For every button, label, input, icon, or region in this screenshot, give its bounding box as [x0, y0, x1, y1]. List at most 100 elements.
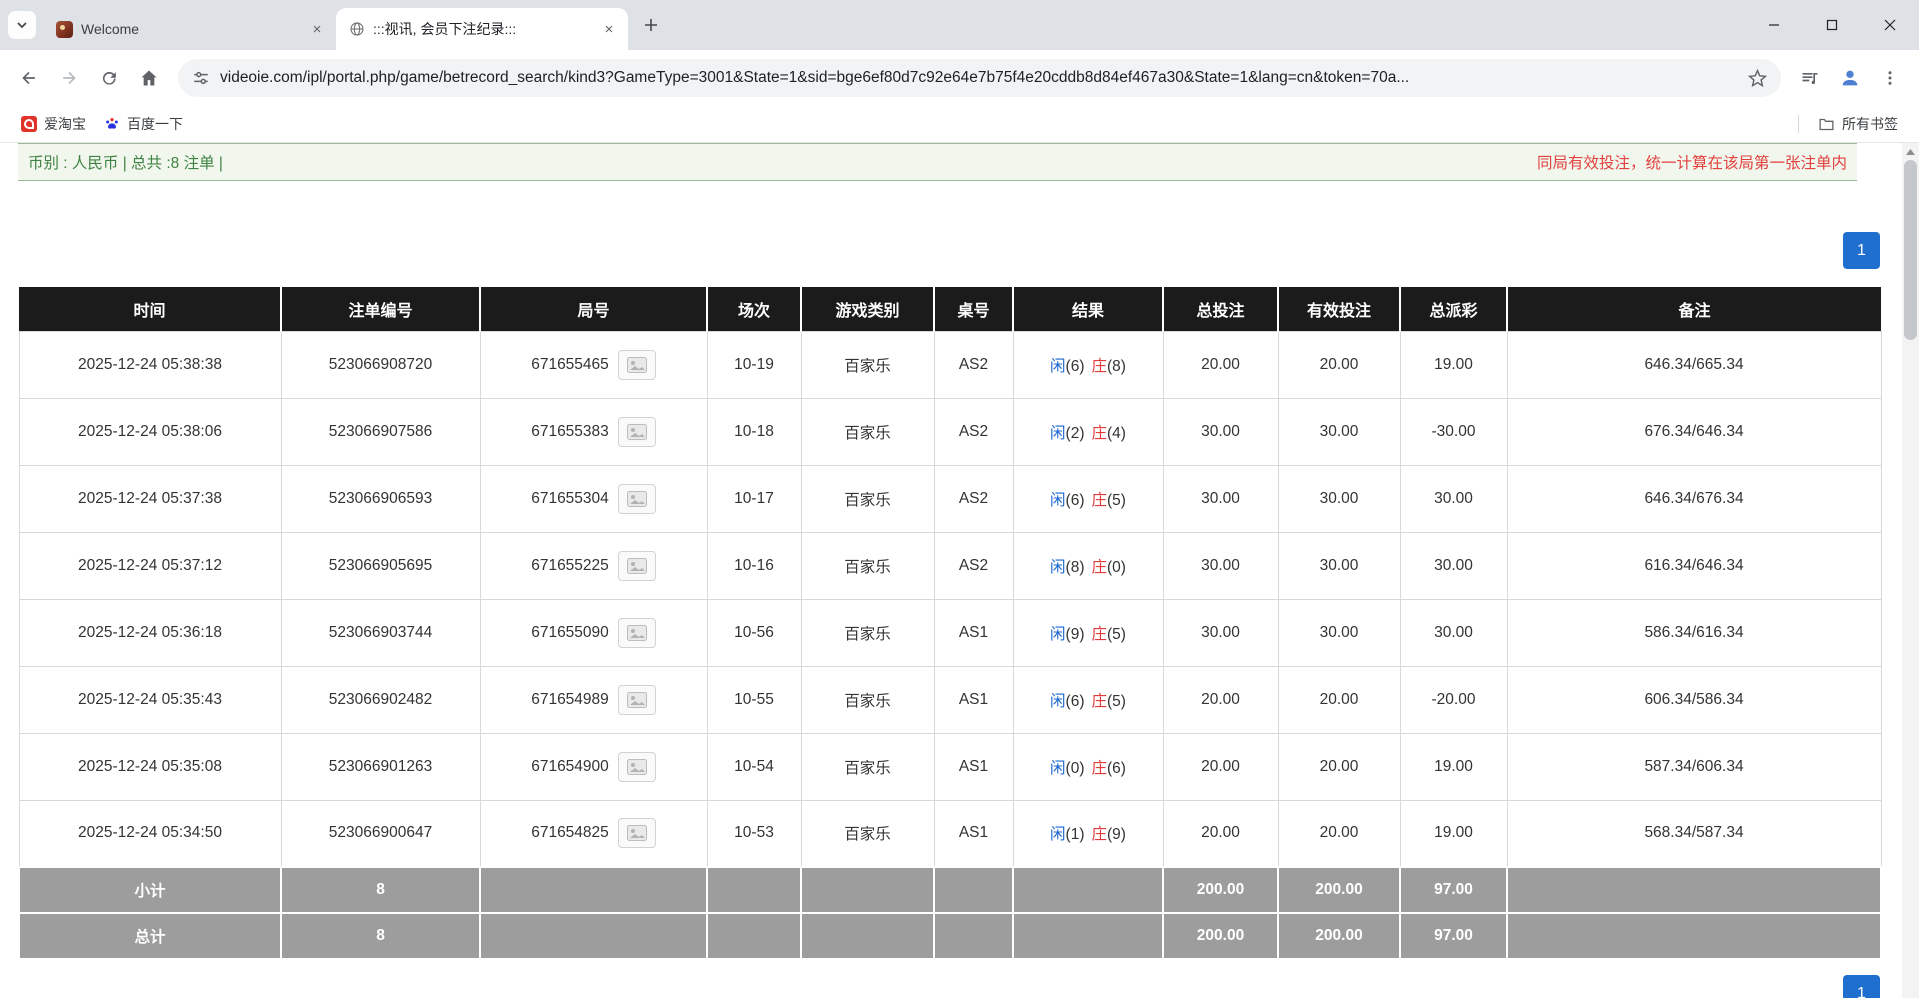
- close-button[interactable]: [1861, 0, 1919, 50]
- note-cell: 676.34/646.34: [1507, 398, 1881, 465]
- vertical-scrollbar[interactable]: [1902, 143, 1919, 998]
- address-bar[interactable]: videoie.com/ipl/portal.php/game/betrecor…: [178, 59, 1781, 97]
- table-row: 2025-12-24 05:36:18 523066903744 6716550…: [19, 599, 1881, 666]
- footer-empty-cell: [934, 913, 1013, 959]
- payout-cell: 30.00: [1400, 599, 1507, 666]
- game-result-button[interactable]: [618, 350, 656, 380]
- tab-search-button[interactable]: [8, 11, 36, 39]
- menu-button[interactable]: [1871, 59, 1909, 97]
- session-cell: 10-19: [707, 331, 801, 398]
- bet-id-cell: 523066902482: [281, 666, 480, 733]
- url-text[interactable]: videoie.com/ipl/portal.php/game/betrecor…: [220, 69, 1738, 87]
- subtotal-valid-bet: 200.00: [1278, 867, 1400, 913]
- round-number: 671655225: [531, 557, 609, 575]
- banker-result: 庄: [1092, 492, 1108, 509]
- note-cell: 646.34/676.34: [1507, 465, 1881, 532]
- round-cell: 671655225: [480, 532, 707, 599]
- banker-result: 庄: [1092, 559, 1108, 576]
- bookmark-star-icon[interactable]: [1748, 69, 1767, 88]
- banker-result: 庄: [1092, 826, 1108, 843]
- game-result-image-icon: [627, 759, 647, 775]
- total-bet-cell: 20.00: [1163, 800, 1278, 867]
- column-header-bet-id: 注单编号: [281, 287, 480, 331]
- new-tab-button[interactable]: [636, 10, 666, 40]
- payout-cell: -30.00: [1400, 398, 1507, 465]
- scroll-up-button[interactable]: [1902, 143, 1919, 160]
- bet-id-cell: 523066905695: [281, 532, 480, 599]
- currency-summary-text: 币别 : 人民币 | 总共 :8 注单 |: [28, 151, 223, 173]
- forward-icon: [59, 68, 79, 88]
- all-bookmarks-button[interactable]: 所有书签: [1809, 110, 1907, 138]
- footer-empty-cell: [1507, 913, 1881, 959]
- banker-score: (4): [1107, 425, 1126, 442]
- navigation-bar: videoie.com/ipl/portal.php/game/betrecor…: [0, 50, 1919, 106]
- site-info-icon[interactable]: [192, 69, 210, 87]
- game-result-button[interactable]: [618, 618, 656, 648]
- result-cell: 闲(8)庄(0): [1013, 532, 1163, 599]
- valid-bet-cell: 30.00: [1278, 599, 1400, 666]
- pagination-button-bottom[interactable]: 1: [1843, 975, 1880, 998]
- game-result-button[interactable]: [618, 484, 656, 514]
- player-result: 闲: [1050, 826, 1066, 843]
- round-cell: 671654900: [480, 733, 707, 800]
- valid-bet-cell: 20.00: [1278, 733, 1400, 800]
- tab-bet-record[interactable]: :::视讯, 会员下注纪录::: ×: [336, 8, 628, 50]
- scrollbar-thumb[interactable]: [1904, 160, 1917, 340]
- tab-welcome[interactable]: Welcome ×: [44, 8, 336, 50]
- minimize-button[interactable]: [1745, 0, 1803, 50]
- bookmark-label: 百度一下: [127, 114, 183, 134]
- maximize-button[interactable]: [1803, 0, 1861, 50]
- tab-close-icon[interactable]: ×: [600, 20, 618, 38]
- bookmark-aitaobao[interactable]: 爱淘宝: [12, 110, 95, 138]
- column-header-round: 局号: [480, 287, 707, 331]
- banker-score: (6): [1107, 760, 1126, 777]
- game-type-cell: 百家乐: [801, 465, 934, 532]
- valid-bet-cell: 20.00: [1278, 666, 1400, 733]
- round-cell: 671655383: [480, 398, 707, 465]
- player-score: (0): [1066, 760, 1085, 777]
- result-cell: 闲(6)庄(8): [1013, 331, 1163, 398]
- column-header-table-no: 桌号: [934, 287, 1013, 331]
- back-button[interactable]: [10, 59, 48, 97]
- bet-record-table: 时间 注单编号 局号 场次 游戏类别 桌号 结果 总投注 有效投注 总派彩 备注…: [18, 287, 1882, 960]
- note-cell: 606.34/586.34: [1507, 666, 1881, 733]
- game-type-cell: 百家乐: [801, 532, 934, 599]
- subtotal-payout: 97.00: [1400, 867, 1507, 913]
- player-score: (2): [1066, 425, 1085, 442]
- session-cell: 10-56: [707, 599, 801, 666]
- game-result-image-icon: [627, 558, 647, 574]
- total-bet-cell: 30.00: [1163, 398, 1278, 465]
- forward-button[interactable]: [50, 59, 88, 97]
- bet-id-cell: 523066903744: [281, 599, 480, 666]
- game-result-button[interactable]: [618, 685, 656, 715]
- media-controls-button[interactable]: [1791, 59, 1829, 97]
- home-button[interactable]: [130, 59, 168, 97]
- time-cell: 2025-12-24 05:34:50: [19, 800, 281, 867]
- media-controls-icon: [1800, 68, 1820, 88]
- bookmark-baidu[interactable]: 百度一下: [95, 110, 192, 138]
- payout-cell: 19.00: [1400, 733, 1507, 800]
- game-result-button[interactable]: [618, 417, 656, 447]
- banker-score: (5): [1107, 626, 1126, 643]
- tab-close-icon[interactable]: ×: [308, 20, 326, 38]
- table-row: 2025-12-24 05:37:12 523066905695 6716552…: [19, 532, 1881, 599]
- session-cell: 10-18: [707, 398, 801, 465]
- bet-id-cell: 523066908720: [281, 331, 480, 398]
- result-cell: 闲(6)庄(5): [1013, 465, 1163, 532]
- total-bet-cell: 20.00: [1163, 331, 1278, 398]
- game-result-button[interactable]: [618, 752, 656, 782]
- game-result-button[interactable]: [618, 551, 656, 581]
- tab-title: :::视讯, 会员下注纪录:::: [373, 19, 592, 39]
- banker-result: 庄: [1092, 693, 1108, 710]
- pagination-button-top[interactable]: 1: [1843, 232, 1880, 269]
- time-cell: 2025-12-24 05:38:06: [19, 398, 281, 465]
- column-header-result: 结果: [1013, 287, 1163, 331]
- footer-empty-cell: [801, 913, 934, 959]
- close-icon: [1884, 19, 1896, 31]
- reload-button[interactable]: [90, 59, 128, 97]
- game-type-cell: 百家乐: [801, 666, 934, 733]
- game-result-button[interactable]: [618, 818, 656, 848]
- game-result-image-icon: [627, 491, 647, 507]
- profile-button[interactable]: [1831, 59, 1869, 97]
- column-header-session: 场次: [707, 287, 801, 331]
